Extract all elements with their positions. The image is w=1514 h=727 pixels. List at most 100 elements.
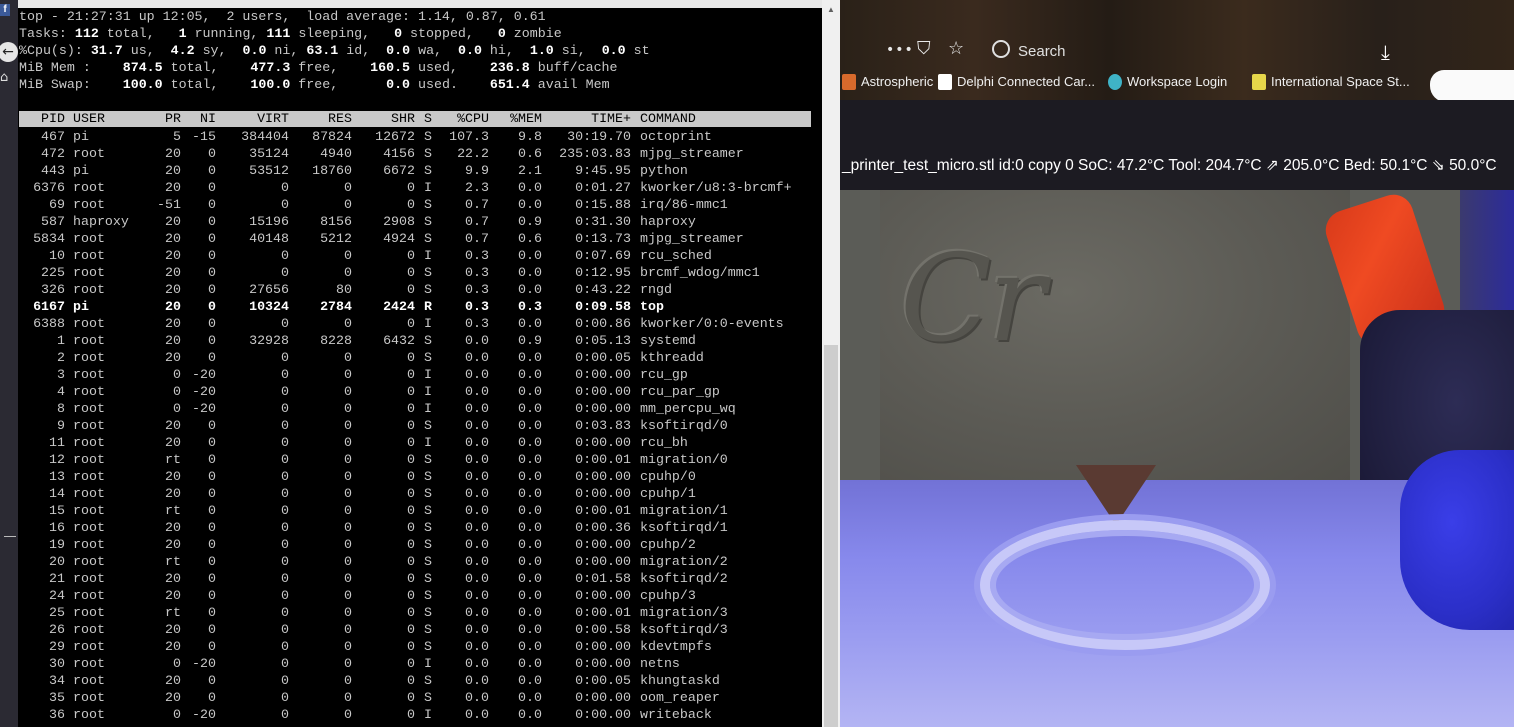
table-cell: 0 [208, 503, 216, 518]
bookmark-item[interactable]: Astrospheric [842, 73, 933, 98]
table-cell: 0 [208, 605, 216, 620]
table-cell: 2424 [383, 299, 415, 314]
table-cell: -20 [192, 656, 216, 671]
table-cell: 30:19.70 [567, 129, 631, 144]
table-cell: 0.9 [518, 214, 542, 229]
table-cell: 0.0 [518, 197, 542, 212]
table-cell: 2 [57, 350, 65, 365]
table-cell: 0 [407, 180, 415, 195]
column-header: %CPU [457, 111, 489, 126]
table-cell: 0 [208, 520, 216, 535]
summary-line: MiB Swap: 100.0 total, 100.0 free, 0.0 u… [19, 77, 610, 92]
table-cell: 6672 [383, 163, 415, 178]
table-cell: 2.1 [518, 163, 542, 178]
table-cell: 18760 [312, 163, 352, 178]
table-cell: 9.8 [518, 129, 542, 144]
table-cell: oom_reaper [640, 690, 720, 705]
table-cell: 0 [208, 571, 216, 586]
table-cell: ksoftirqd/0 [640, 418, 728, 433]
table-cell: 35 [49, 690, 65, 705]
document-icon [938, 73, 952, 90]
table-cell: 0 [344, 690, 352, 705]
more-options-icon[interactable]: ••• [886, 37, 914, 63]
table-cell: S [424, 690, 432, 705]
table-cell: ksoftirqd/3 [640, 622, 728, 637]
table-cell: 0 [208, 197, 216, 212]
bookmark-star-icon[interactable]: ☆ [948, 36, 964, 62]
download-icon[interactable]: ⤓ [1381, 40, 1390, 64]
search-input[interactable]: Search [992, 38, 1066, 64]
table-row: 5834 root 20 0 40148 5212 4924 S 0.7 0.6 0:13.73 mj… [19, 230, 811, 247]
table-cell: 8 [57, 401, 65, 416]
table-cell: 0.0 [518, 418, 542, 433]
table-cell: 0 [173, 367, 181, 382]
table-cell: 32928 [249, 333, 289, 348]
table-cell: root [73, 435, 105, 450]
table-cell: 0 [281, 350, 289, 365]
table-cell: 0.6 [518, 231, 542, 246]
table-cell: 0:00.00 [575, 537, 631, 552]
table-cell: 20 [165, 180, 181, 195]
table-cell: 0 [281, 622, 289, 637]
table-cell: 0 [281, 605, 289, 620]
table-cell: 53512 [249, 163, 289, 178]
table-cell: I [424, 401, 432, 416]
scroll-up-arrow-icon[interactable]: ▲ [822, 0, 840, 20]
table-cell: 0 [407, 707, 415, 722]
browser-window: ••• ⛉ ☆ Search ⤓ Astrospheric Delphi Conn… [840, 0, 1514, 727]
table-cell: 0 [281, 384, 289, 399]
table-row: 25 root rt 0 0 0 0 S 0.0 0.0 0:00.01 migration/3 [19, 604, 811, 621]
table-row: 472 root 20 0 35124 4940 4156 S 22.2 0.6 235:03.83… [19, 145, 811, 162]
table-cell: 15 [49, 503, 65, 518]
table-cell: 0 [208, 333, 216, 348]
octoprint-header [840, 100, 1514, 190]
table-cell: 0:00.86 [575, 316, 631, 331]
table-cell: mjpg_streamer [640, 146, 744, 161]
terminal-scrollbar[interactable]: ▲ [822, 0, 840, 727]
terminal-window[interactable]: top - 21:27:31 up 12:05, 2 users, load a… [18, 0, 822, 727]
table-cell: 20 [165, 299, 181, 314]
process-table-header: PID USER PR NI VIRT RES SHR S %CPU %MEM TIME+ COMMA… [19, 111, 811, 127]
table-cell: rngd [640, 282, 672, 297]
table-cell: kworker/u8:3-brcmf+ [640, 180, 792, 195]
facebook-icon[interactable]: f [0, 4, 10, 16]
pocket-icon[interactable]: ⛉ [917, 36, 931, 62]
column-header: VIRT [257, 111, 289, 126]
table-cell: ksoftirqd/1 [640, 520, 728, 535]
table-cell: 24 [49, 588, 65, 603]
table-cell: 0 [208, 452, 216, 467]
table-cell: 0 [407, 588, 415, 603]
table-cell: 20 [165, 469, 181, 484]
folder-icon[interactable]: ⌂ [0, 70, 8, 85]
table-cell: 40148 [249, 231, 289, 246]
table-cell: 0:00.00 [575, 401, 631, 416]
table-cell: 22.2 [457, 146, 489, 161]
bookmark-item[interactable]: International Space St... [1252, 73, 1410, 98]
table-cell: S [424, 231, 432, 246]
scrollbar-thumb[interactable] [824, 345, 838, 727]
back-arrow-icon[interactable]: ← [0, 42, 18, 62]
table-cell: S [424, 282, 432, 297]
table-cell: 0:13.73 [575, 231, 631, 246]
table-cell: cpuhp/0 [640, 469, 696, 484]
table-row: 14 root 20 0 0 0 0 S 0.0 0.0 0:00.00 cpuhp/1 [19, 485, 811, 502]
table-cell: 0 [407, 656, 415, 671]
table-cell: 0 [407, 401, 415, 416]
table-cell: 19 [49, 537, 65, 552]
bookmark-item[interactable]: Workspace Login [1108, 73, 1227, 98]
table-row: 8 root 0 -20 0 0 0 I 0.0 0.0 0:00.00 mm_percpu_wq [19, 400, 811, 417]
table-cell: 6432 [383, 333, 415, 348]
bookmark-label: International Space St... [1271, 74, 1410, 89]
table-cell: 0 [407, 469, 415, 484]
table-cell: 0 [281, 367, 289, 382]
table-cell: 0.9 [518, 333, 542, 348]
bookmark-item[interactable]: Delphi Connected Car... [938, 73, 1095, 98]
table-cell: 0.0 [465, 673, 489, 688]
table-cell: -15 [192, 129, 216, 144]
table-cell: root [73, 367, 105, 382]
table-cell: 0.0 [465, 656, 489, 671]
table-cell: cpuhp/3 [640, 588, 696, 603]
table-row: 30 root 0 -20 0 0 0 I 0.0 0.0 0:00.00 netns [19, 655, 811, 672]
table-cell: 0 [208, 673, 216, 688]
table-cell: 0.0 [518, 486, 542, 501]
